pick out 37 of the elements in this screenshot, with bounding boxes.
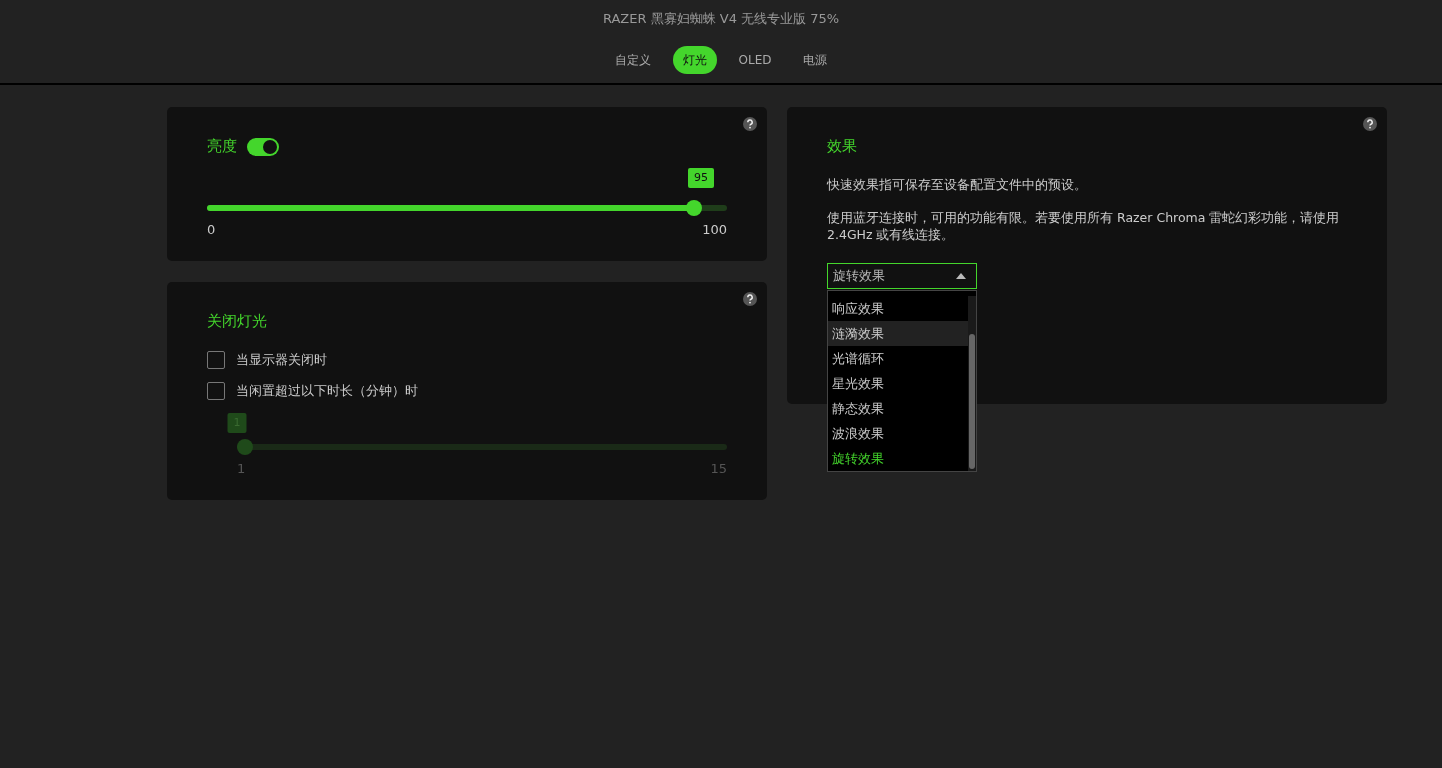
value-tooltip: 95 (688, 168, 714, 188)
slider-track[interactable] (207, 200, 727, 216)
tab[interactable]: 电源 (793, 46, 838, 74)
menu-item[interactable]: 响应效果 (828, 296, 968, 321)
menu-item[interactable]: 星光效果 (828, 371, 968, 396)
slider-track[interactable] (237, 439, 727, 455)
tab[interactable]: OLED (728, 46, 782, 74)
tab[interactable]: 灯光 (672, 46, 717, 74)
caret-icon (956, 273, 966, 279)
section-title: 关闭灯光 (207, 312, 268, 331)
checkbox[interactable] (207, 351, 225, 369)
menu-item[interactable]: 静态效果 (828, 396, 968, 421)
min-label: 1 (237, 461, 246, 476)
help-icon[interactable] (743, 292, 757, 306)
description-text: 使用蓝牙连接时，可用的功能有限。若要使用所有 Razer Chroma 雷蛇幻彩功能，请使用 2.4GHz 或有线连接。 (827, 209, 1341, 243)
scrollbar[interactable] (968, 296, 976, 471)
section-title: 亮度 (207, 137, 237, 156)
effect-dropdown[interactable]: 旋转效果 (827, 263, 977, 289)
section-title: 效果 (827, 137, 858, 156)
help-icon[interactable] (1363, 117, 1377, 131)
min-label: 0 (207, 222, 216, 237)
tab[interactable]: 自定义 (604, 46, 661, 74)
max-label: 100 (702, 222, 727, 237)
checkbox-label: 当显示器关闭时 (236, 351, 327, 369)
menu-item[interactable]: 涟漪效果 (828, 321, 968, 346)
window-title: RAZER 黑寡妇蜘蛛 V4 无线专业版 75% (602, 10, 840, 28)
menu-item[interactable]: 波浪效果 (828, 421, 968, 446)
menu-item[interactable]: 光谱循环 (828, 346, 968, 371)
checkbox[interactable] (207, 382, 225, 400)
dropdown-value: 旋转效果 (833, 267, 885, 285)
checkbox-label: 当闲置超过以下时长（分钟）时 (236, 382, 418, 400)
toggle-switch[interactable] (247, 137, 279, 156)
description-text: 快速效果指可保存至设备配置文件中的预设。 (827, 176, 1088, 193)
max-label: 15 (710, 461, 727, 476)
menu-item[interactable]: 旋转效果 (828, 446, 968, 471)
slider-thumb[interactable] (685, 200, 702, 216)
help-icon[interactable] (743, 117, 757, 131)
